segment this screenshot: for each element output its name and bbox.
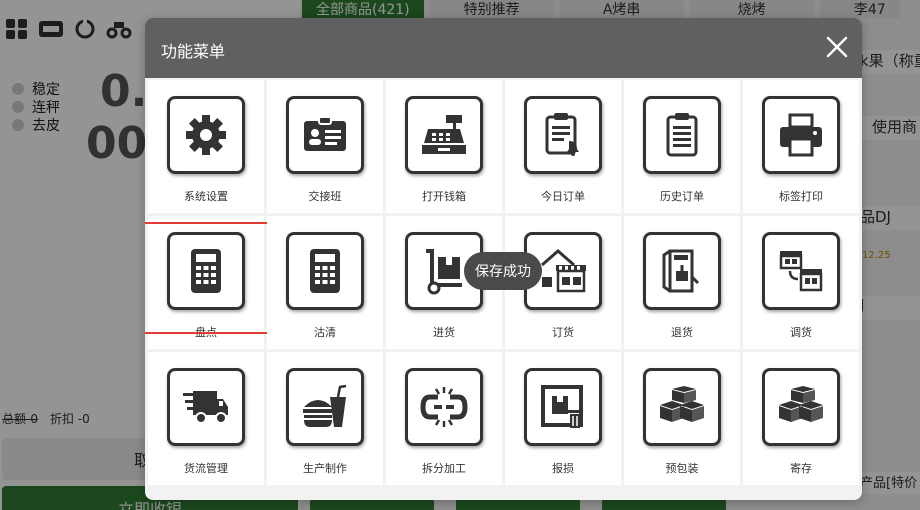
burger-drink-icon [303,384,347,427]
tile-production[interactable]: 生产制作 [267,352,383,485]
tile-label-print[interactable]: 标签打印 [743,80,859,213]
broken-link-icon [420,387,468,427]
tile-label: 调货 [790,326,812,339]
tile-label: 标签打印 [779,190,823,203]
exit-door-icon [662,249,700,293]
delivery-truck-icon [183,391,228,424]
gear-icon [186,115,226,155]
tile-label: 交接班 [308,190,342,203]
tile-open-cash-drawer[interactable]: 打开钱箱 [386,80,502,213]
cash-register-icon [422,115,466,154]
id-card-icon [304,116,346,151]
tile-logistics[interactable]: 货流管理 [148,352,264,485]
toast-message: 保存成功 [464,252,542,290]
tile-label: 寄存 [790,462,812,475]
tile-label: 沽清 [314,326,336,339]
tile-today-orders[interactable]: 今日订单 [505,80,621,213]
close-icon [826,36,848,58]
tile-label: 历史订单 [660,190,704,203]
damaged-box-trash-icon [541,385,583,428]
tile-label: 进货 [433,326,455,339]
calculator-icon [310,249,340,293]
tile-label: 打开钱箱 [422,190,466,203]
transfer-stores-icon [779,251,823,292]
tile-label: 退货 [671,326,693,339]
hand-truck-icon [426,249,462,295]
store-boxes-icon [541,249,586,293]
tile-label: 盘点 [195,326,217,339]
tile-history-orders[interactable]: 历史订单 [624,80,740,213]
close-button[interactable] [824,34,850,60]
tile-label: 报损 [552,462,574,475]
calculator-icon [191,249,221,293]
tile-label: 拆分加工 [422,462,466,475]
printer-icon [780,113,822,157]
tile-return[interactable]: 退货 [624,216,740,349]
tile-label: 预包装 [665,462,699,475]
tile-transfer[interactable]: 调货 [743,216,859,349]
tile-stocktake[interactable]: 盘点 [145,216,272,349]
box-stack-icon [660,386,704,422]
tile-label: 生产制作 [303,462,347,475]
tile-shift-handover[interactable]: 交接班 [267,80,383,213]
box-stack-icon [779,386,823,422]
clipboard-list-icon [666,113,698,157]
tile-label: 货流管理 [184,462,228,475]
modal-header: 功能菜单 [145,18,862,78]
clipboard-bell-icon [545,113,579,156]
tile-split-process[interactable]: 拆分加工 [386,352,502,485]
tile-label: 今日订单 [541,190,585,203]
tile-prepackage[interactable]: 预包装 [624,352,740,485]
modal-title: 功能菜单 [161,42,226,61]
tile-damage-report[interactable]: 报损 [505,352,621,485]
tile-label: 订货 [552,326,574,339]
tile-sold-out[interactable]: 沽清 [267,216,383,349]
tile-system-settings[interactable]: 系统设置 [148,80,264,213]
tile-label: 系统设置 [184,190,228,203]
tile-storage[interactable]: 寄存 [743,352,859,485]
